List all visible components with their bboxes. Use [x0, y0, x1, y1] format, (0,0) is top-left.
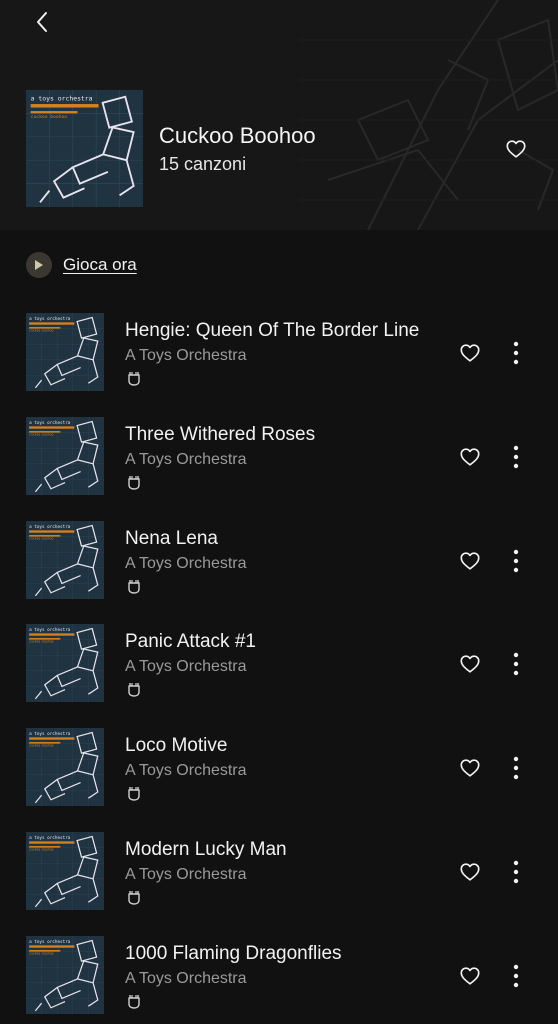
track-more-button[interactable] [506, 650, 526, 678]
track-cover: a toys orchestra cuckoo boohoo [26, 417, 104, 495]
more-vertical-icon [506, 754, 526, 782]
track-title: 1000 Flaming Dragonflies [125, 943, 342, 964]
cover-band-text: a toys orchestra [29, 731, 71, 737]
track-cover: a toys orchestra cuckoo boohoo [26, 728, 104, 806]
download-badge-icon [127, 993, 141, 1009]
header-background-art [298, 0, 558, 230]
download-badge-icon [127, 889, 141, 905]
more-vertical-icon [506, 339, 526, 367]
track-more-button[interactable] [506, 858, 526, 886]
album-header: a toys orchestra cuckoo boohoo Cuckoo Bo… [0, 0, 558, 230]
album-favorite-button[interactable] [504, 137, 528, 161]
track-row[interactable]: a toys orchestra cuckoo boohoo Hengie: Q… [0, 313, 558, 393]
cover-album-text: cuckoo boohoo [29, 848, 53, 852]
track-title: Panic Attack #1 [125, 631, 256, 652]
track-more-button[interactable] [506, 339, 526, 367]
cover-album-text: cuckoo boohoo [29, 433, 53, 437]
cover-band-text: a toys orchestra [29, 316, 71, 322]
track-row[interactable]: a toys orchestra cuckoo boohoo Loco Moti… [0, 728, 558, 808]
track-row[interactable]: a toys orchestra cuckoo boohoo 1000 Flam… [0, 936, 558, 1016]
heart-icon [459, 861, 481, 883]
download-badge-icon [127, 370, 141, 386]
heart-icon [459, 550, 481, 572]
track-title: Loco Motive [125, 735, 228, 756]
track-more-button[interactable] [506, 754, 526, 782]
cover-band-text: a toys orchestra [29, 627, 71, 633]
chevron-left-icon [37, 12, 47, 32]
track-more-button[interactable] [506, 443, 526, 471]
track-favorite-button[interactable] [458, 860, 482, 884]
play-icon [26, 252, 52, 278]
cover-band-text: a toys orchestra [29, 835, 71, 841]
track-favorite-button[interactable] [458, 341, 482, 365]
track-cover: a toys orchestra cuckoo boohoo [26, 832, 104, 910]
more-vertical-icon [506, 962, 526, 990]
track-title: Modern Lucky Man [125, 839, 287, 860]
track-row[interactable]: a toys orchestra cuckoo boohoo Nena Lena… [0, 521, 558, 601]
track-artist: A Toys Orchestra [125, 658, 247, 675]
heart-icon [505, 138, 527, 160]
download-badge-icon [127, 578, 141, 594]
cover-album-text: cuckoo boohoo [29, 744, 53, 748]
track-favorite-button[interactable] [458, 964, 482, 988]
track-artist: A Toys Orchestra [125, 451, 247, 468]
download-badge-icon [127, 474, 141, 490]
heart-icon [459, 965, 481, 987]
track-row[interactable]: a toys orchestra cuckoo boohoo Panic Att… [0, 624, 558, 704]
more-vertical-icon [506, 547, 526, 575]
heart-icon [459, 342, 481, 364]
track-favorite-button[interactable] [458, 652, 482, 676]
back-button[interactable] [28, 8, 56, 36]
track-row[interactable]: a toys orchestra cuckoo boohoo Modern Lu… [0, 832, 558, 912]
track-cover: a toys orchestra cuckoo boohoo [26, 624, 104, 702]
cover-album-text: cuckoo boohoo [29, 537, 53, 541]
track-cover: a toys orchestra cuckoo boohoo [26, 313, 104, 391]
album-title: Cuckoo Boohoo [159, 123, 316, 148]
heart-icon [459, 446, 481, 468]
play-now-button[interactable]: Gioca ora [26, 251, 137, 279]
track-more-button[interactable] [506, 547, 526, 575]
track-cover: a toys orchestra cuckoo boohoo [26, 936, 104, 1014]
cover-band-text: a toys orchestra [29, 939, 71, 945]
cover-album-text: cuckoo boohoo [31, 114, 68, 120]
cover-album-text: cuckoo boohoo [29, 329, 53, 333]
album-cover: a toys orchestra cuckoo boohoo [26, 90, 143, 207]
play-now-label: Gioca ora [63, 255, 137, 274]
cover-band-text: a toys orchestra [29, 420, 71, 426]
track-favorite-button[interactable] [458, 549, 482, 573]
track-count: 15 canzoni [159, 154, 247, 174]
more-vertical-icon [506, 858, 526, 886]
track-title: Nena Lena [125, 528, 218, 549]
track-title: Hengie: Queen Of The Border Line [125, 320, 420, 341]
track-artist: A Toys Orchestra [125, 347, 247, 364]
download-badge-icon [127, 681, 141, 697]
cover-album-text: cuckoo boohoo [29, 952, 53, 956]
download-badge-icon [127, 785, 141, 801]
cover-band-text: a toys orchestra [29, 524, 71, 530]
track-artist: A Toys Orchestra [125, 866, 247, 883]
track-row[interactable]: a toys orchestra cuckoo boohoo Three Wit… [0, 417, 558, 497]
track-favorite-button[interactable] [458, 756, 482, 780]
track-cover: a toys orchestra cuckoo boohoo [26, 521, 104, 599]
track-artist: A Toys Orchestra [125, 555, 247, 572]
more-vertical-icon [506, 443, 526, 471]
track-favorite-button[interactable] [458, 445, 482, 469]
more-vertical-icon [506, 650, 526, 678]
track-artist: A Toys Orchestra [125, 970, 247, 987]
cover-album-text: cuckoo boohoo [29, 640, 53, 644]
track-more-button[interactable] [506, 962, 526, 990]
track-artist: A Toys Orchestra [125, 762, 247, 779]
heart-icon [459, 757, 481, 779]
cover-band-text: a toys orchestra [31, 95, 93, 103]
heart-icon [459, 653, 481, 675]
track-title: Three Withered Roses [125, 424, 316, 445]
